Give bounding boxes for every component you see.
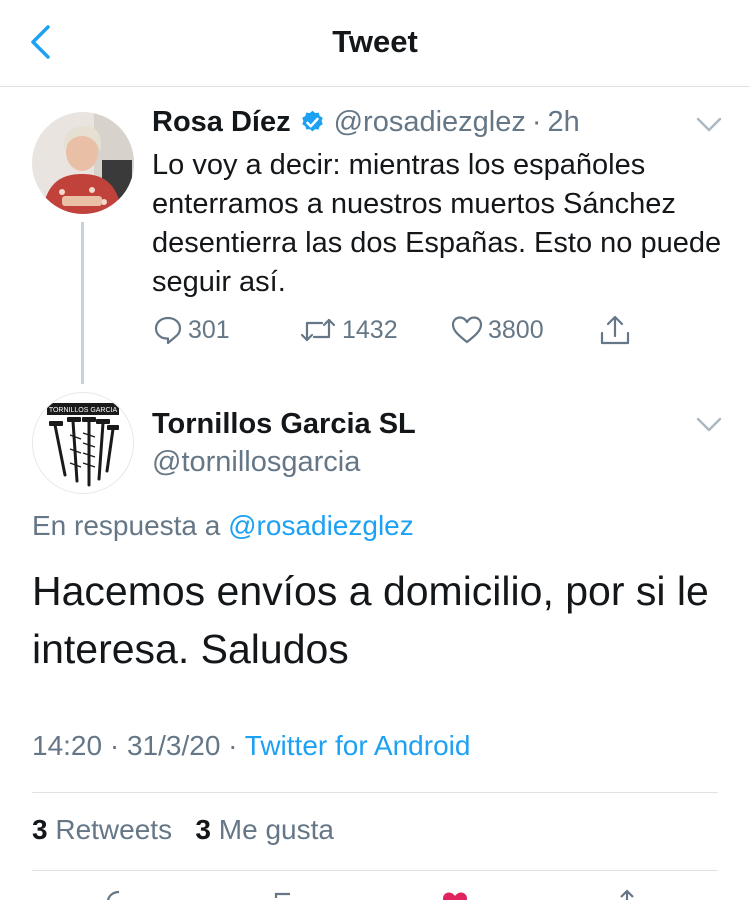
author-handle[interactable]: @rosadiezglez [334,106,526,139]
divider [32,792,718,793]
retweet-count: 1432 [342,315,398,344]
bottom-action-bar [0,888,750,900]
tweet-time: 2h [547,106,580,138]
retweet-icon [300,318,336,342]
like-button[interactable]: 3800 [450,314,544,346]
meta-dot: · [228,730,238,761]
tweet-timestamp: 14:20 [32,730,103,761]
like-count: 3800 [488,315,544,344]
verified-badge-icon [301,110,323,132]
original-tweet-header: Rosa Díez @rosadiezglez · 2h [152,106,580,139]
reply-to-handle-link[interactable]: @rosadiezglez [228,510,414,541]
tweet-source-link[interactable]: Twitter for Android [245,730,471,761]
original-tweet-text: Lo voy a decir: mientras los españoles e… [152,149,722,298]
reply-icon[interactable] [104,888,134,900]
retweets-count: 3 [32,814,48,845]
retweet-icon[interactable] [270,888,300,900]
reply-button[interactable]: 301 [152,314,230,346]
separator-dot: · [531,106,542,138]
avatar-tornillos-garcia[interactable]: TORNILLOS GARCIA [32,392,134,494]
author-name[interactable]: Rosa Díez [152,106,291,139]
divider [32,870,718,871]
likes-label: Me gusta [218,814,334,845]
page-title: Tweet [332,24,418,59]
reply-count: 301 [188,315,230,344]
heart-icon [451,316,483,344]
reply-author-handle[interactable]: @tornillosgarcia [152,446,360,479]
share-button[interactable] [598,314,636,348]
avatar-rosa-diez[interactable] [32,112,134,214]
tweet-metadata: 14:20 · 31/3/20 · Twitter for Android [32,730,470,762]
logo-text: TORNILLOS GARCIA [49,407,118,414]
share-icon[interactable] [612,888,642,900]
tweet-date: 31/3/20 [126,730,221,761]
retweets-label: Retweets [55,814,173,845]
reply-tweet-text: Hacemos envíos a domicilio, por si le in… [32,568,709,672]
retweet-button[interactable]: 1432 [298,314,398,346]
chevron-down-icon[interactable] [696,117,722,133]
meta-dot: · [109,730,120,761]
reply-prefix: En respuesta a [32,510,221,541]
engagement-stats: 3 Retweets 3 Me gusta [32,814,334,846]
heart-filled-icon[interactable] [440,888,470,900]
reply-icon [154,316,182,345]
in-reply-to: En respuesta a @rosadiezglez [32,510,414,542]
reply-author-name[interactable]: Tornillos Garcia SL [152,408,416,441]
retweets-stat[interactable]: 3 Retweets [32,814,180,845]
avatar-photo [32,112,134,214]
screws-logo: TORNILLOS GARCIA [33,393,133,493]
top-bar: Tweet [0,0,750,87]
share-icon [600,315,630,345]
thread-connector [81,222,84,384]
likes-count: 3 [195,814,211,845]
chevron-down-icon[interactable] [696,417,722,433]
likes-stat[interactable]: 3 Me gusta [195,814,334,845]
